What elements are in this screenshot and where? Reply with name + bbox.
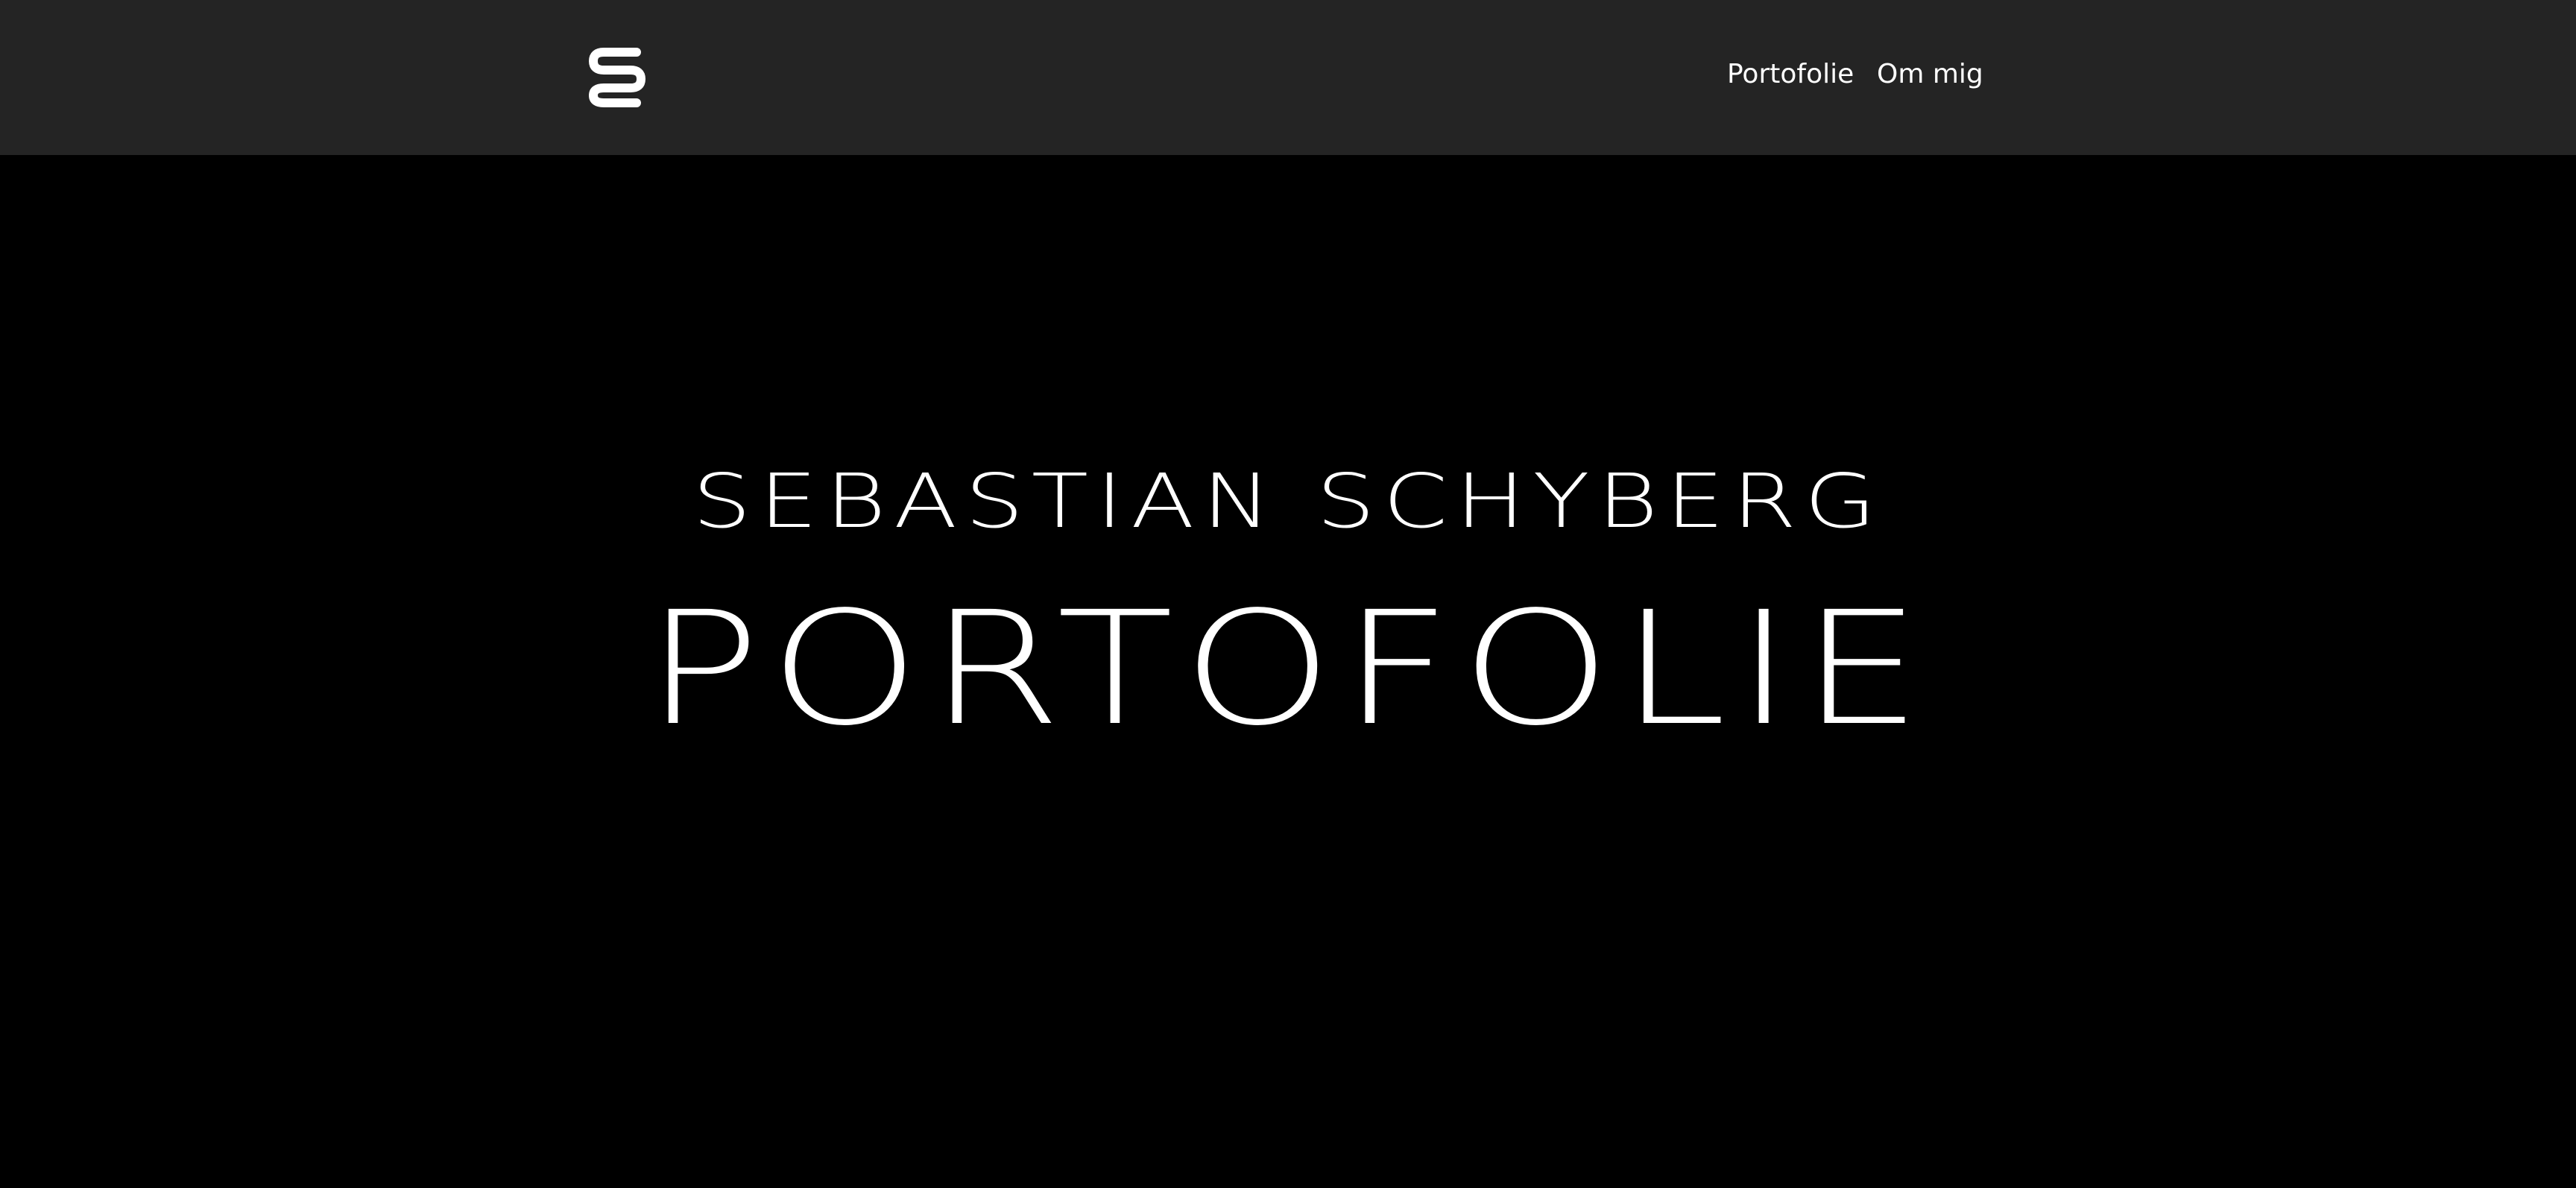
hero-name: SEBASTIAN SCHYBERG — [692, 458, 1884, 545]
hero-section: SEBASTIAN SCHYBERG PORTOFOLIE — [0, 155, 2576, 1188]
stacked-s-logo-icon[interactable] — [587, 45, 647, 109]
nav-link-about[interactable]: Om mig — [1877, 54, 1983, 95]
top-navigation-bar: Portofolie Om mig — [0, 0, 2576, 155]
page: Portofolie Om mig SEBASTIAN SCHYBERG POR… — [0, 0, 2576, 1188]
nav-link-portfolio[interactable]: Portofolie — [1727, 54, 1854, 95]
hero-title: PORTOFOLIE — [645, 578, 1931, 760]
